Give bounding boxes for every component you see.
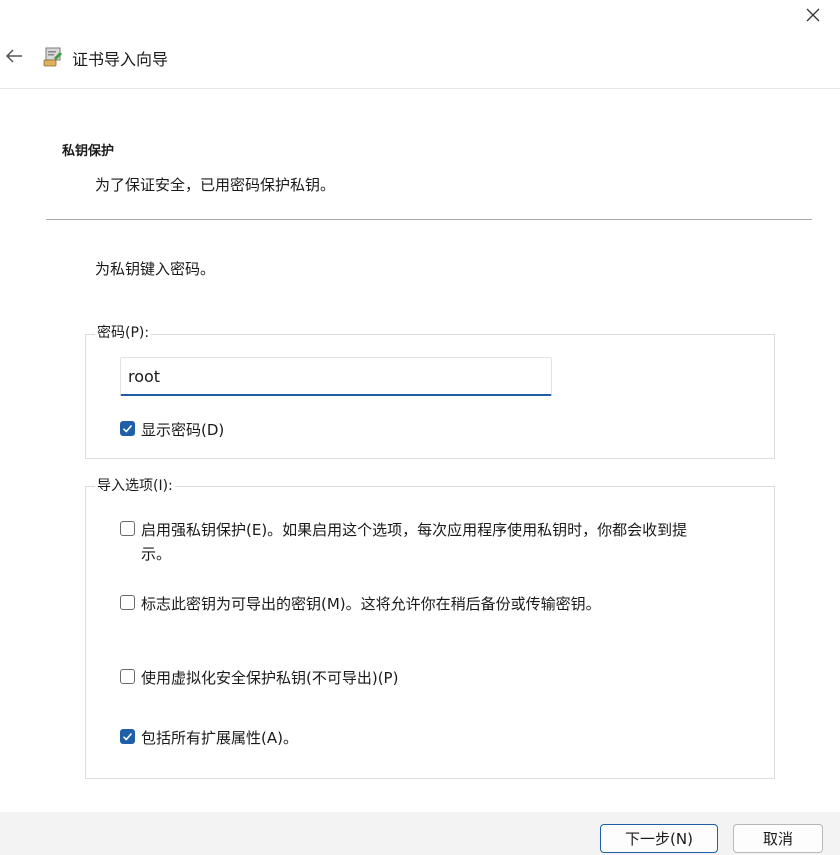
section-separator: [46, 219, 812, 220]
strong-protection-checkbox[interactable]: [120, 521, 135, 536]
close-button[interactable]: [798, 2, 828, 28]
extended-properties-checkbox[interactable]: [120, 729, 135, 744]
password-prompt: 为私钥键入密码。: [95, 260, 216, 278]
certificate-import-wizard-window: 证书导入向导 私钥保护 为了保证安全，已用密码保护私钥。 为私钥键入密码。 密码…: [0, 0, 840, 855]
back-button[interactable]: [2, 44, 26, 68]
virtualization-checkbox[interactable]: [120, 669, 135, 684]
next-button[interactable]: 下一步(N): [600, 824, 718, 853]
checkmark-icon: [122, 732, 133, 741]
import-options-label: 导入选项(I):: [95, 475, 175, 495]
password-input[interactable]: [120, 357, 552, 396]
certificate-import-icon: [43, 47, 62, 67]
show-password-label: 显示密码(D): [141, 421, 225, 439]
header-divider: [0, 88, 840, 89]
show-password-row[interactable]: 显示密码(D): [120, 418, 224, 442]
exportable-key-label: 标志此密钥为可导出的密钥(M)。这将允许你在稍后备份或传输密钥。: [141, 595, 601, 613]
close-icon: [806, 8, 820, 22]
back-arrow-icon: [5, 49, 22, 63]
strong-protection-label-line2: 示。: [141, 545, 172, 563]
section-heading: 私钥保护: [62, 144, 115, 159]
password-group-label: 密码(P):: [95, 322, 152, 342]
wizard-title: 证书导入向导: [72, 50, 169, 69]
cancel-button[interactable]: 取消: [733, 824, 823, 853]
strong-protection-label-line1: 启用强私钥保护(E)。如果启用这个选项，每次应用程序使用私钥时，你都会收到提: [141, 521, 688, 539]
option-strong-protection-row[interactable]: 启用强私钥保护(E)。如果启用这个选项，每次应用程序使用私钥时，你都会收到提 示…: [120, 518, 687, 566]
section-subheading: 为了保证安全，已用密码保护私钥。: [95, 176, 336, 194]
show-password-checkbox[interactable]: [120, 421, 135, 436]
option-exportable-row[interactable]: 标志此密钥为可导出的密钥(M)。这将允许你在稍后备份或传输密钥。: [120, 592, 601, 616]
option-extended-properties-row[interactable]: 包括所有扩展属性(A)。: [120, 726, 298, 750]
virtualization-label: 使用虚拟化安全保护私钥(不可导出)(P): [141, 669, 399, 687]
option-virtualization-row[interactable]: 使用虚拟化安全保护私钥(不可导出)(P): [120, 666, 398, 690]
checkmark-icon: [122, 424, 133, 433]
exportable-key-checkbox[interactable]: [120, 595, 135, 610]
extended-properties-label: 包括所有扩展属性(A)。: [141, 729, 298, 747]
wizard-header: 证书导入向导: [0, 38, 840, 78]
